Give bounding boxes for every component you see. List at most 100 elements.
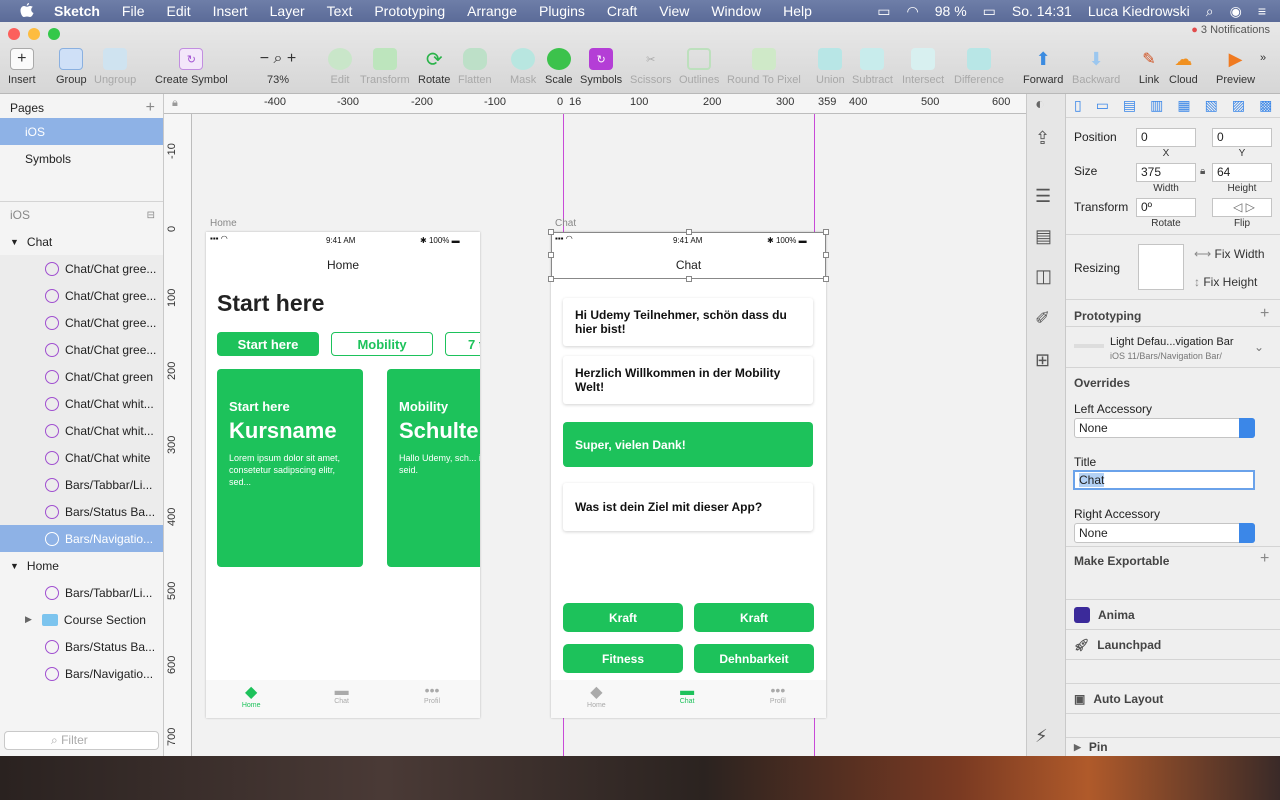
resize-handle[interactable] (548, 229, 554, 235)
notifications-badge[interactable]: ● 3 Notifications (1191, 24, 1270, 36)
edit-button[interactable]: Edit (328, 48, 352, 86)
symbol-instance-picker[interactable]: Light Defau...vigation Bar iOS 11/Bars/N… (1074, 334, 1274, 368)
menu-edit[interactable]: Edit (166, 3, 190, 19)
zoom-control[interactable]: − ⌕ +73% (248, 48, 308, 86)
scissors-button[interactable]: ✂ Scissors (630, 48, 672, 87)
alignment-toolbar[interactable]: ▯▭▤▥▦▧▨▩ (1066, 94, 1280, 118)
tab-home[interactable]: ◆ Home (551, 682, 642, 718)
menu-text[interactable]: Text (327, 3, 353, 19)
flip-control[interactable]: ◁ ▷ (1212, 198, 1272, 217)
layer-item[interactable]: Chat/Chat white (0, 444, 163, 471)
menu-arrange[interactable]: Arrange (467, 3, 517, 19)
resize-handle[interactable] (548, 252, 554, 258)
layer-item[interactable]: Bars/Status Ba... (0, 633, 163, 660)
battery-percent[interactable]: 98 % (935, 3, 967, 19)
minimize-window-button[interactable] (28, 28, 40, 40)
cloud-button[interactable]: ☁ Cloud (1169, 48, 1198, 87)
apple-icon[interactable] (20, 3, 34, 19)
resize-handle[interactable] (823, 276, 829, 282)
tab-profil[interactable]: ••• Profil (387, 682, 477, 718)
display-icon[interactable]: ▭ (877, 3, 890, 20)
backward-button[interactable]: ⬇ Backward (1072, 48, 1120, 87)
round-to-pixel-button[interactable]: Round To Pixel (727, 48, 801, 86)
page-item-symbols[interactable]: Symbols (0, 145, 163, 172)
layer-group-chat[interactable]: ▼ Chat (0, 228, 163, 255)
auto-layout-header[interactable]: ▣ Auto Layout (1066, 683, 1280, 713)
tab-chat[interactable]: ▬ Chat (296, 682, 386, 718)
position-y-field[interactable]: 0 (1212, 128, 1272, 147)
app-menu[interactable]: Sketch (54, 3, 100, 19)
page-item-ios[interactable]: iOS (0, 118, 163, 145)
forward-button[interactable]: ⬆ Forward (1023, 48, 1063, 87)
list-icon[interactable]: ▤ (1035, 226, 1059, 250)
wifi-icon[interactable]: ◠ (907, 3, 919, 20)
height-field[interactable]: 64 (1212, 163, 1272, 182)
answer-button-kraft[interactable]: Kraft (694, 603, 814, 632)
layer-item-selected[interactable]: Bars/Navigatio... (0, 525, 163, 552)
add-prototype-icon[interactable]: + (1260, 305, 1269, 323)
rotate-field[interactable]: 0º (1136, 198, 1196, 217)
position-x-field[interactable]: 0 (1136, 128, 1196, 147)
menu-craft[interactable]: Craft (607, 3, 637, 19)
zoom-window-button[interactable] (48, 28, 60, 40)
union-button[interactable]: Union (816, 48, 845, 86)
horizontal-ruler[interactable]: 🔒︎ -400 -300 -200 -100 0 16 100 200 300 … (164, 94, 1026, 114)
paint-icon[interactable]: ✐ (1035, 308, 1059, 332)
layer-item[interactable]: Chat/Chat gree... (0, 336, 163, 363)
course-card[interactable]: Start here Kursname Lorem ipsum dolor si… (217, 369, 363, 567)
intersect-button[interactable]: Intersect (902, 48, 944, 86)
collapse-icon[interactable]: ⊟ (147, 210, 155, 221)
menu-file[interactable]: File (122, 3, 145, 19)
layer-item[interactable]: Chat/Chat green (0, 363, 163, 390)
add-page-icon[interactable]: + (146, 99, 155, 117)
disclosure-open-icon[interactable]: ▼ (10, 561, 19, 571)
pin-section[interactable]: ▶ Pin (1066, 737, 1280, 756)
launchpad-toolbar[interactable] (1066, 659, 1280, 683)
layer-item[interactable]: Bars/Status Ba... (0, 498, 163, 525)
symbols-button[interactable]: ↻ Symbols (580, 48, 622, 86)
resize-handle[interactable] (823, 229, 829, 235)
layer-group-home[interactable]: ▼ Home (0, 552, 163, 579)
toolbar-overflow-button[interactable]: » (1260, 52, 1266, 64)
siri-icon[interactable]: ◉ (1230, 3, 1242, 20)
make-exportable-header[interactable]: Make Exportable (1074, 554, 1169, 568)
artboard-chat[interactable]: ▪▪▪ ◠ 9:41 AM ✱ 100% ▬ Chat Hi Udemy Tei… (551, 232, 826, 718)
disclosure-open-icon[interactable]: ▼ (10, 237, 19, 247)
add-export-icon[interactable]: + (1260, 550, 1269, 568)
launchpad-plugin-header[interactable]: 🚀︎ Launchpad (1066, 629, 1280, 659)
resize-handle[interactable] (548, 276, 554, 282)
outlines-button[interactable]: Outlines (679, 48, 719, 86)
layer-item[interactable]: Chat/Chat gree... (0, 309, 163, 336)
stack-icon[interactable]: ☰ (1035, 186, 1059, 210)
collapse-panel-icon[interactable]: ◐ (1035, 96, 1059, 120)
right-accessory-select[interactable]: None (1074, 523, 1255, 543)
layer-item[interactable]: Bars/Tabbar/Li... (0, 579, 163, 606)
mask-button[interactable]: Mask (510, 48, 536, 86)
notification-center-icon[interactable]: ≡ (1258, 3, 1266, 19)
spotlight-icon[interactable]: ⌕ (1206, 3, 1214, 20)
lock-icon[interactable]: 🔒︎ (172, 97, 178, 110)
transform-button[interactable]: Transform (360, 48, 410, 86)
menu-view[interactable]: View (659, 3, 689, 19)
filter-pill-start[interactable]: Start here (217, 332, 319, 356)
user-name[interactable]: Luca Kiedrowski (1088, 3, 1190, 19)
vertical-ruler[interactable]: -10 0 100 200 300 400 500 600 700 (164, 114, 192, 756)
difference-button[interactable]: Difference (954, 48, 1004, 86)
course-card[interactable]: Mobility Schulte Hallo Udemy, sch... ihr… (387, 369, 480, 567)
flatten-button[interactable]: Flatten (458, 48, 492, 86)
layer-item[interactable]: Bars/Navigatio... (0, 660, 163, 687)
anima-plugin-header[interactable]: Anima (1066, 599, 1280, 629)
artboard-label-chat[interactable]: Chat (555, 218, 576, 229)
preview-button[interactable]: ▶ Preview (1216, 48, 1255, 87)
layer-item[interactable]: Chat/Chat whit... (0, 417, 163, 444)
answer-button-dehnbarkeit[interactable]: Dehnbarkeit (694, 644, 814, 673)
image-icon[interactable]: ⊞ (1035, 350, 1059, 374)
layer-item[interactable]: Chat/Chat gree... (0, 255, 163, 282)
answer-button-fitness[interactable]: Fitness (563, 644, 683, 673)
fix-width-option[interactable]: ⟷ Fix Width (1194, 247, 1265, 261)
create-symbol-button[interactable]: ↻ Create Symbol (155, 48, 228, 86)
tab-home[interactable]: ◆ Home (206, 682, 296, 718)
insert-button[interactable]: + Insert (8, 48, 36, 86)
menu-prototyping[interactable]: Prototyping (374, 3, 445, 19)
scale-button[interactable]: Scale (545, 48, 573, 86)
